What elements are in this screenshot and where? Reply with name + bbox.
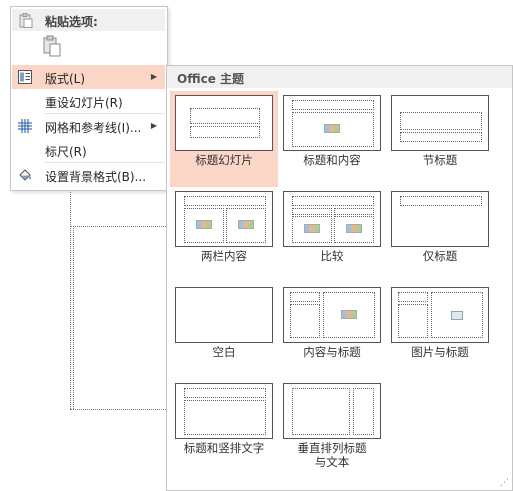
layout-label: 仅标题 (422, 249, 458, 263)
menu-item-format-background[interactable]: 设置背景格式(B)... (12, 163, 165, 187)
layout-comparison[interactable]: 比较 (278, 187, 386, 283)
layout-label: 节标题 (422, 153, 458, 167)
content-placeholder-icon (346, 224, 362, 233)
layout-title-and-vertical-text[interactable]: 标题和竖排文字 (170, 379, 278, 475)
layout-blank[interactable]: 空白 (170, 283, 278, 379)
layout-label: 垂直排列标题与文本 (297, 441, 367, 469)
slide-placeholder-edge (70, 189, 71, 409)
layout-label: 比较 (320, 249, 344, 263)
layout-icon (18, 70, 32, 84)
layout-content-with-caption[interactable]: 内容与标题 (278, 283, 386, 379)
gallery-header: Office 主题 (167, 66, 512, 88)
resize-grip-icon[interactable]: ⋰ (500, 478, 509, 488)
content-placeholder-icon (324, 124, 340, 133)
menu-item-label: 版式(L) (45, 72, 86, 86)
layout-label: 标题和竖排文字 (183, 441, 265, 455)
content-placeholder-icon (196, 220, 212, 229)
layout-thumbnail (175, 191, 273, 247)
layout-label: 空白 (212, 345, 236, 359)
layout-label: 图片与标题 (411, 345, 469, 359)
submenu-arrow-icon: ▶ (150, 72, 157, 81)
layout-label: 两栏内容 (201, 249, 247, 263)
layout-picture-with-caption[interactable]: 图片与标题 (386, 283, 494, 379)
grid-icon (18, 119, 32, 133)
layout-section-header[interactable]: 节标题 (386, 91, 494, 187)
layout-thumbnail (283, 191, 381, 247)
content-placeholder-icon (304, 224, 320, 233)
content-placeholder-icon (238, 220, 254, 229)
menu-item-grid-guides[interactable]: 网格和参考线(I)... ▶ (12, 114, 165, 138)
layout-thumbnail (283, 287, 381, 343)
layout-thumbnail (283, 383, 381, 439)
layout-title-slide[interactable]: 标题幻灯片 (170, 91, 278, 187)
menu-item-label: 标尺(R) (45, 145, 87, 159)
menu-item-label: 重设幻灯片(R) (45, 96, 123, 110)
layout-thumbnail (175, 287, 273, 343)
content-placeholder-icon (341, 310, 357, 319)
layout-thumbnail (175, 95, 273, 151)
paint-bucket-icon (19, 169, 31, 181)
layout-submenu: Office 主题 标题幻灯片 标题和内容 节标题 两栏内容 比较 仅标题 空白… (166, 65, 513, 491)
picture-placeholder-icon (451, 311, 463, 320)
context-menu: 粘贴选项: 版式(L) ▶ 重设幻灯片(R) 网格和参考线(I)... ▶ 标尺… (10, 6, 168, 191)
layout-thumbnail (391, 287, 489, 343)
layout-thumbnail (175, 383, 273, 439)
layout-two-content[interactable]: 两栏内容 (170, 187, 278, 283)
slide-placeholder-edge (73, 226, 74, 409)
menu-item-label: 网格和参考线(I)... (45, 121, 142, 135)
submenu-arrow-icon: ▶ (150, 121, 157, 130)
layout-vertical-title-and-text[interactable]: 垂直排列标题与文本 (278, 379, 386, 475)
paste-options-label: 粘贴选项: (45, 15, 98, 29)
slide-placeholder-edge (70, 409, 166, 410)
menu-item-reset-slide[interactable]: 重设幻灯片(R) (12, 89, 165, 113)
menu-item-label: 设置背景格式(B)... (45, 170, 147, 184)
layout-thumbnail (391, 95, 489, 151)
slide-placeholder-edge (70, 226, 166, 227)
menu-item-layout[interactable]: 版式(L) ▶ (12, 65, 165, 89)
paste-options-header: 粘贴选项: (12, 9, 165, 31)
layout-label: 标题和内容 (303, 153, 361, 167)
paste-icon (43, 35, 61, 57)
layout-label: 内容与标题 (303, 345, 361, 359)
layout-label: 标题幻灯片 (195, 153, 253, 167)
layout-title-and-content[interactable]: 标题和内容 (278, 91, 386, 187)
clipboard-icon (19, 13, 33, 28)
layout-thumbnail (391, 191, 489, 247)
layout-title-only[interactable]: 仅标题 (386, 187, 494, 283)
layout-thumbnail (283, 95, 381, 151)
menu-item-ruler[interactable]: 标尺(R) (12, 138, 165, 162)
paste-keep-source-button[interactable] (42, 35, 64, 59)
gallery-title: Office 主题 (177, 72, 245, 86)
